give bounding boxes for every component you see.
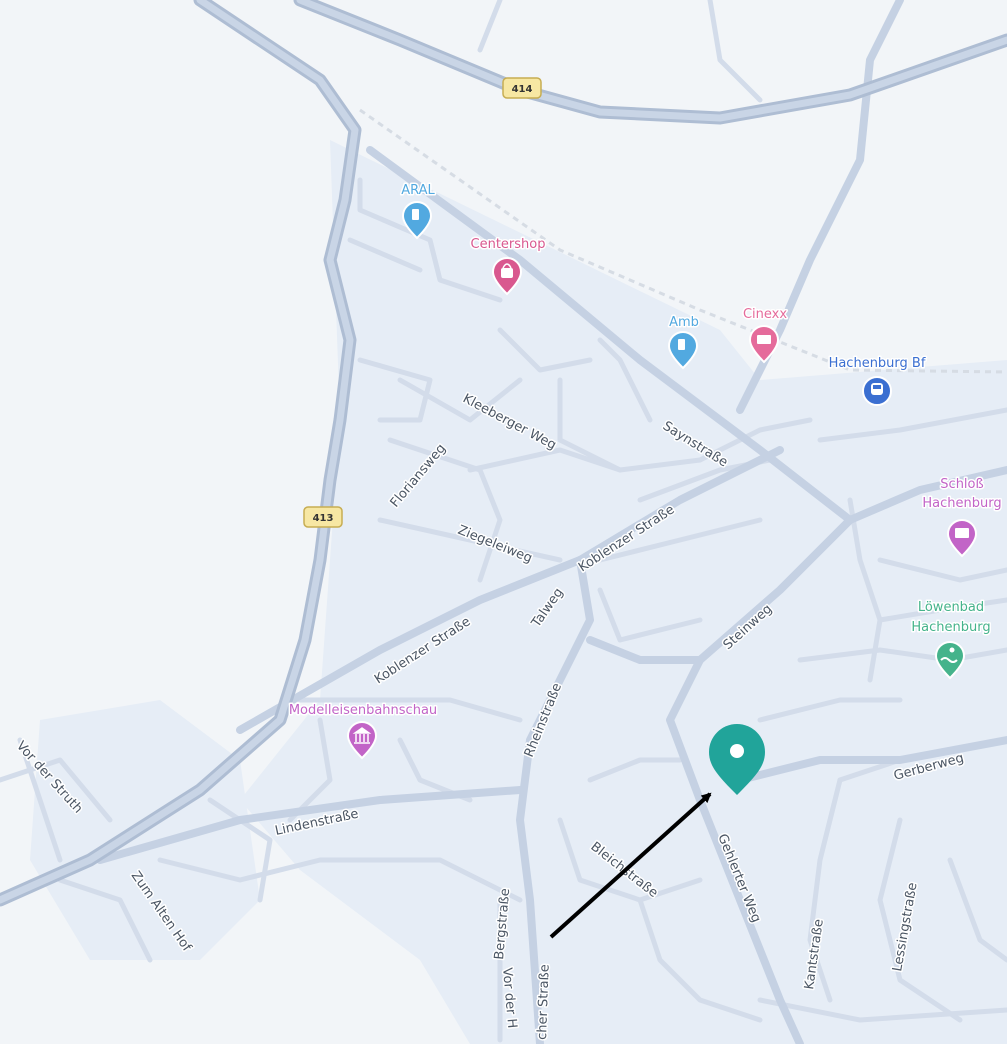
svg-text:Schloß: Schloß — [940, 477, 983, 492]
map-canvas[interactable]: 414 413 Kleeberger Weg Saynstraße Floria… — [0, 0, 1007, 1044]
svg-text:Hachenburg: Hachenburg — [922, 496, 1001, 511]
svg-text:Hachenburg: Hachenburg — [911, 620, 990, 635]
svg-text:Amb: Amb — [669, 315, 699, 330]
route-shield-413: 413 — [303, 506, 343, 528]
svg-text:413: 413 — [313, 513, 334, 524]
svg-text:Centershop: Centershop — [471, 237, 546, 252]
svg-text:Modelleisenbahnschau: Modelleisenbahnschau — [289, 703, 437, 718]
svg-text:Löwenbad: Löwenbad — [918, 600, 984, 615]
svg-text:Hachenburg Bf: Hachenburg Bf — [829, 356, 926, 371]
route-shield-414: 414 — [502, 77, 542, 99]
svg-text:Cinexx: Cinexx — [743, 307, 787, 322]
street-label: cher Straße — [535, 964, 553, 1040]
svg-text:414: 414 — [512, 84, 533, 95]
svg-text:ARAL: ARAL — [401, 183, 435, 198]
